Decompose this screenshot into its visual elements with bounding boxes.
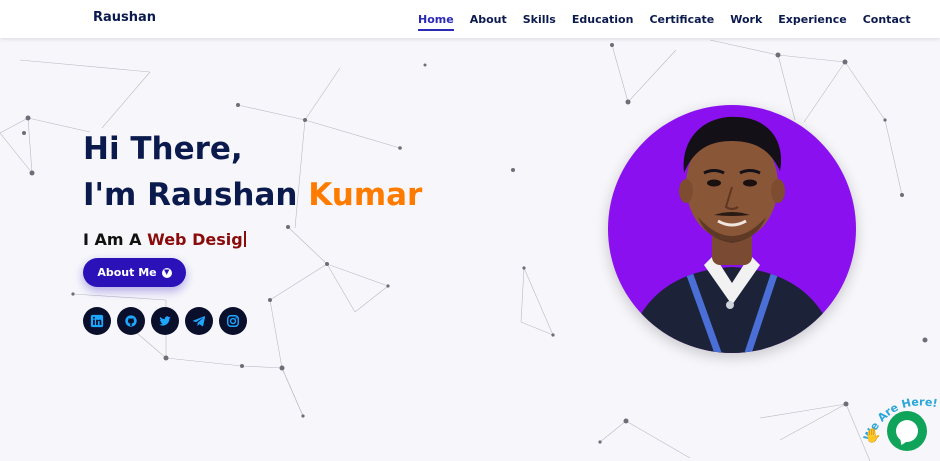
linkedin-link[interactable] xyxy=(83,307,111,335)
github-link[interactable] xyxy=(117,307,145,335)
hero-intro-highlight: Kumar xyxy=(308,177,423,213)
typing-cursor xyxy=(243,231,246,247)
nav-skills[interactable]: Skills xyxy=(523,13,556,26)
social-links xyxy=(83,307,253,335)
nav-work[interactable]: Work xyxy=(730,13,762,26)
nav-experience[interactable]: Experience xyxy=(778,13,846,26)
hero-intro: I'm Raushan Kumar xyxy=(83,172,422,218)
brand-logo[interactable]: Raushan xyxy=(93,10,156,25)
hero-role-typed: Web Desig xyxy=(147,230,243,249)
instagram-link[interactable] xyxy=(219,307,247,335)
profile-portrait-image xyxy=(626,116,838,353)
hero-role-line: I Am A Web Desig xyxy=(83,230,422,249)
hero-text: Hi There, I'm Raushan Kumar I Am A Web D… xyxy=(83,126,422,249)
about-me-label: About Me xyxy=(97,266,157,279)
waving-hand-icon: ✋ xyxy=(864,427,881,444)
arrow-down-circle-icon: ▼ xyxy=(161,267,172,278)
profile-photo xyxy=(608,105,856,353)
twitter-icon xyxy=(159,316,171,326)
main-nav: Home About Skills Education Certificate … xyxy=(418,0,927,38)
twitter-link[interactable] xyxy=(151,307,179,335)
nav-certificate[interactable]: Certificate xyxy=(649,13,714,26)
chat-widget-button[interactable] xyxy=(887,411,927,451)
hero-role-prefix: I Am A xyxy=(83,230,148,249)
nav-contact[interactable]: Contact xyxy=(863,13,911,26)
github-icon xyxy=(125,315,137,327)
hero-intro-prefix: I'm Raushan xyxy=(83,177,309,213)
about-me-button[interactable]: About Me ▼ xyxy=(83,258,186,287)
nav-education[interactable]: Education xyxy=(572,13,634,26)
linkedin-icon xyxy=(90,314,104,328)
chat-bubble-icon xyxy=(896,420,918,442)
nav-home[interactable]: Home xyxy=(418,13,454,31)
telegram-icon xyxy=(192,316,206,327)
top-navbar: Raushan Home About Skills Education Cert… xyxy=(0,0,940,38)
telegram-link[interactable] xyxy=(185,307,213,335)
instagram-icon xyxy=(227,315,239,327)
nav-about[interactable]: About xyxy=(470,13,507,26)
hero-greeting: Hi There, xyxy=(83,131,243,167)
